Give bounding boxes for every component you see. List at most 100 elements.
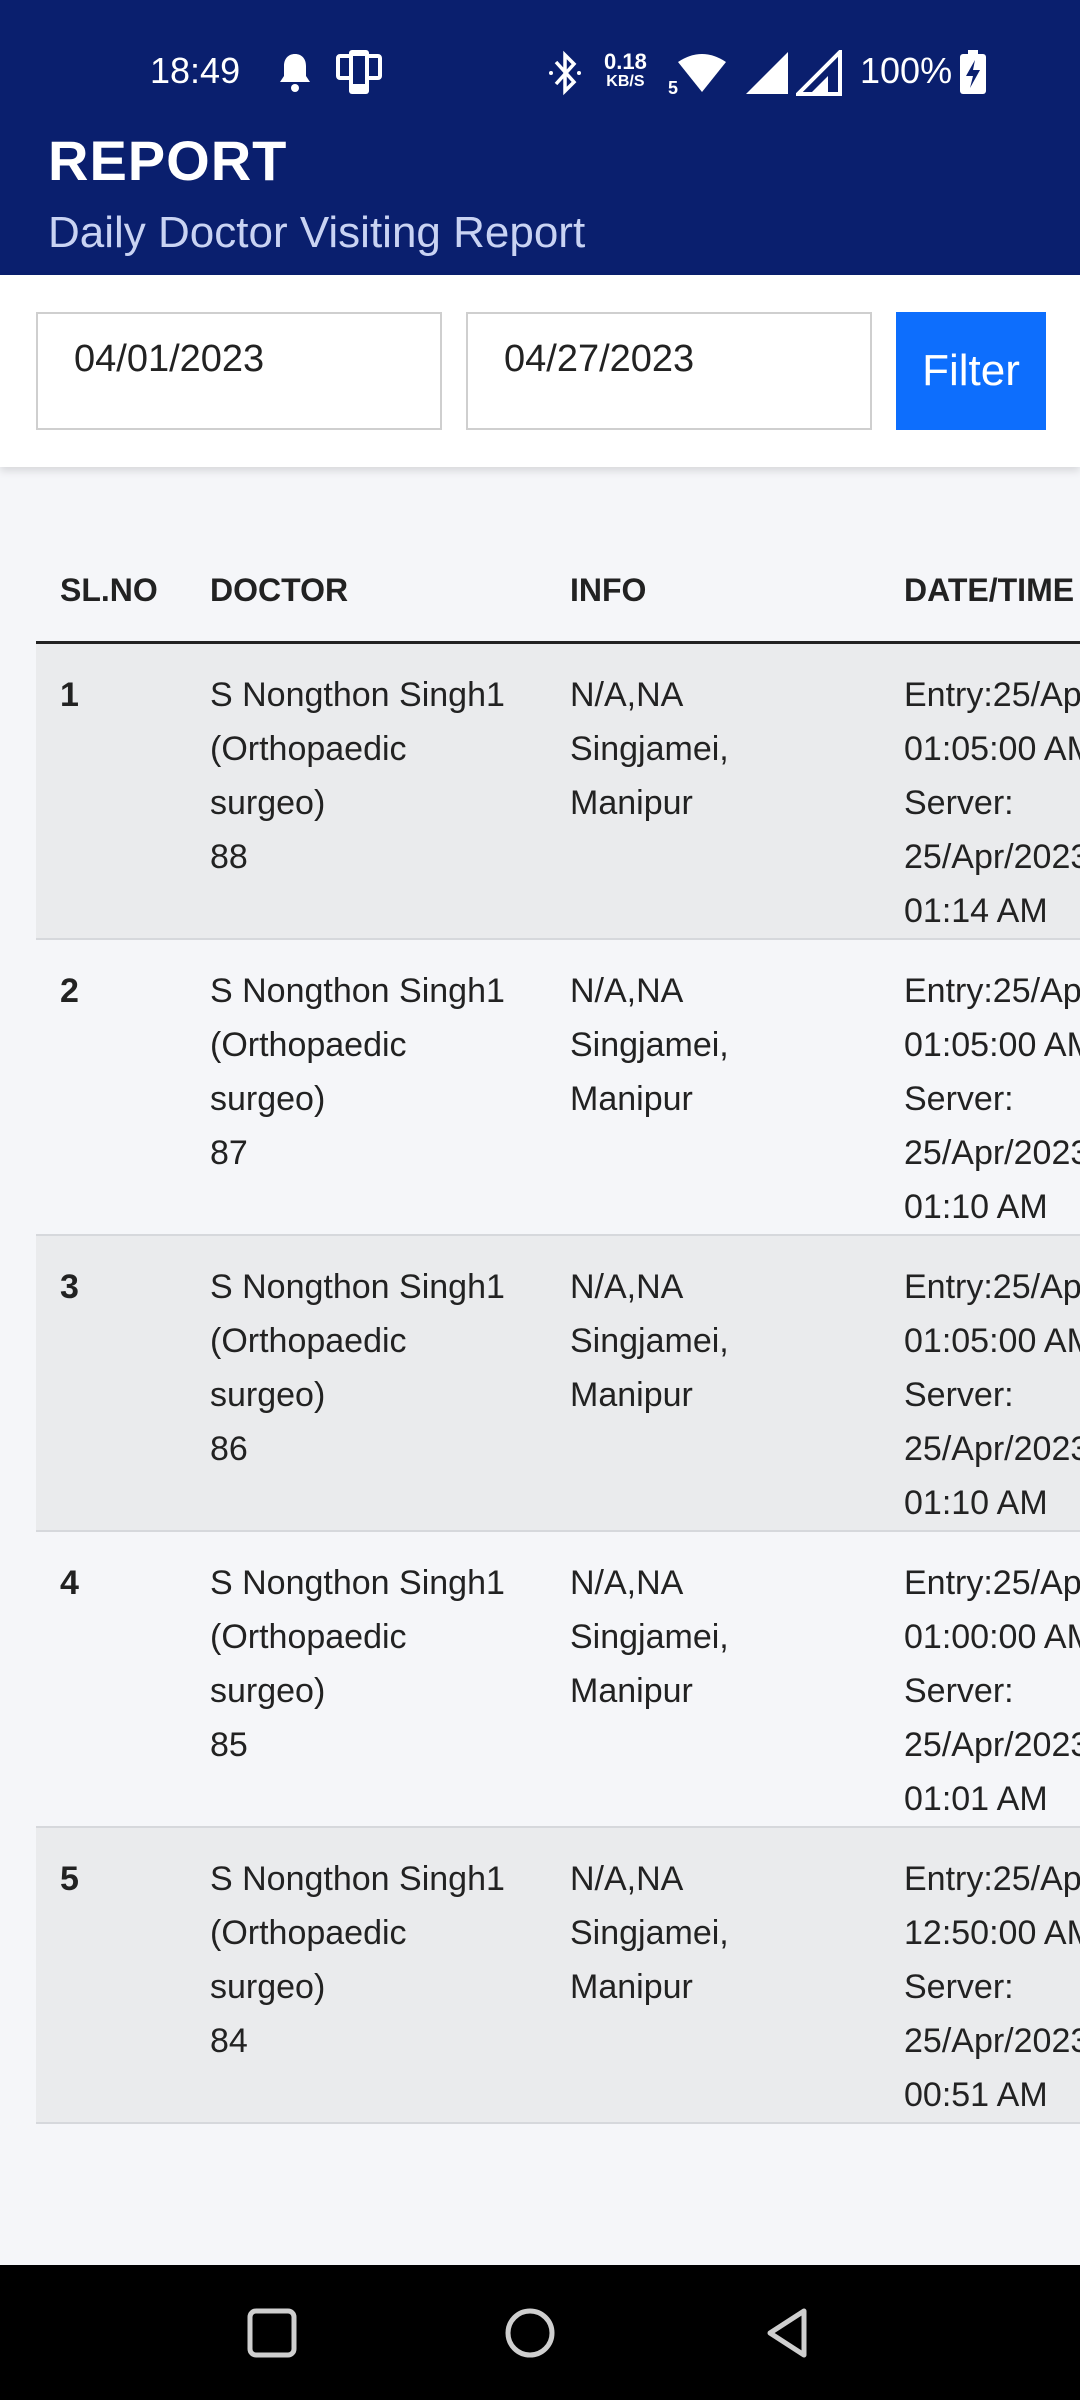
- datetime-line: Server:: [904, 1080, 1014, 1118]
- table-header-row: SL.NO DOCTOR INFO DATE/TIME: [36, 540, 1080, 644]
- status-bar: 18:49 0.18 KB/S 5 100%: [0, 40, 1080, 110]
- datetime-line: Entry:25/Apr/2023: [904, 1268, 1080, 1306]
- cell-info: N/A,NA Singjamei, Manipur: [546, 1531, 880, 1828]
- cell-slno: 4: [36, 1531, 186, 1828]
- datetime-line: 01:14 AM: [904, 892, 1048, 930]
- info-line: Singjamei,: [570, 1026, 729, 1064]
- datetime-line: 00:51 AM: [904, 2076, 1048, 2114]
- info-line: Singjamei,: [570, 1618, 729, 1656]
- doctor-name: S Nongthon Singh1: [210, 972, 505, 1010]
- table-row[interactable]: 3 S Nongthon Singh1 (Orthopaedic surgeo)…: [36, 1235, 1080, 1532]
- doctor-number: 87: [210, 1134, 248, 1172]
- doctor-specialty-cont: surgeo): [210, 1672, 326, 1710]
- cell-doctor: S Nongthon Singh1 (Orthopaedic surgeo) 8…: [186, 939, 546, 1236]
- cell-slno: 2: [36, 939, 186, 1236]
- datetime-line: Server:: [904, 1376, 1014, 1414]
- info-line: N/A,NA: [570, 1564, 684, 1602]
- app-header: 18:49 0.18 KB/S 5 100% REPORT Daily Doct…: [0, 0, 1080, 275]
- datetime-line: 01:01 AM: [904, 1780, 1048, 1818]
- cell-datetime: Entry:25/Apr/2023 01:05:00 AM Server: 25…: [880, 642, 1080, 940]
- datetime-line: 01:05:00 AM: [904, 1322, 1080, 1360]
- datetime-line: 25/Apr/2023: [904, 1726, 1080, 1764]
- datetime-line: Entry:25/Apr/2023: [904, 1564, 1080, 1602]
- cell-info: N/A,NA Singjamei, Manipur: [546, 939, 880, 1236]
- cell-datetime: Entry:25/Apr/2023 01:00:00 AM Server: 25…: [880, 1531, 1080, 1828]
- back-icon[interactable]: [758, 2303, 818, 2363]
- cell-doctor: S Nongthon Singh1 (Orthopaedic surgeo) 8…: [186, 642, 546, 940]
- system-navigation-bar: [0, 2265, 1080, 2400]
- status-time: 18:49: [150, 50, 241, 91]
- datetime-line: 12:50:00 AM: [904, 1914, 1080, 1952]
- info-line: N/A,NA: [570, 972, 684, 1010]
- column-header-slno: SL.NO: [36, 540, 186, 644]
- filter-button[interactable]: Filter: [896, 312, 1046, 430]
- doctor-name: S Nongthon Singh1: [210, 1860, 505, 1898]
- network-speed: 0.18 KB/S: [604, 49, 647, 92]
- datetime-line: 01:10 AM: [904, 1188, 1048, 1226]
- table-row[interactable]: 4 S Nongthon Singh1 (Orthopaedic surgeo)…: [36, 1531, 1080, 1828]
- doctor-number: 88: [210, 838, 248, 876]
- doctor-specialty: (Orthopaedic: [210, 1322, 407, 1360]
- doctor-name: S Nongthon Singh1: [210, 1564, 505, 1602]
- table-row[interactable]: 2 S Nongthon Singh1 (Orthopaedic surgeo)…: [36, 939, 1080, 1236]
- cell-slno: 1: [36, 642, 186, 940]
- info-line: Manipur: [570, 784, 693, 822]
- datetime-line: Server:: [904, 784, 1014, 822]
- doctor-specialty-cont: surgeo): [210, 1080, 326, 1118]
- datetime-line: 25/Apr/2023: [904, 1134, 1080, 1172]
- info-line: Singjamei,: [570, 1914, 729, 1952]
- column-header-doctor: DOCTOR: [186, 540, 546, 644]
- filter-bar: 04/01/2023 04/27/2023 Filter: [0, 275, 1080, 467]
- to-date-input[interactable]: 04/27/2023: [466, 312, 872, 430]
- cell-info: N/A,NA Singjamei, Manipur: [546, 1235, 880, 1532]
- info-line: Manipur: [570, 1968, 693, 2006]
- from-date-input[interactable]: 04/01/2023: [36, 312, 442, 430]
- column-header-info: INFO: [546, 540, 880, 644]
- cell-info: N/A,NA Singjamei, Manipur: [546, 642, 880, 940]
- doctor-specialty-cont: surgeo): [210, 1968, 326, 2006]
- speed-value: 0.18: [604, 49, 647, 74]
- info-line: Manipur: [570, 1376, 693, 1414]
- datetime-line: 01:05:00 AM: [904, 730, 1080, 768]
- datetime-line: 25/Apr/2023: [904, 1430, 1080, 1468]
- datetime-line: Server:: [904, 1672, 1014, 1710]
- info-line: Manipur: [570, 1672, 693, 1710]
- info-line: Manipur: [570, 1080, 693, 1118]
- cell-doctor: S Nongthon Singh1 (Orthopaedic surgeo) 8…: [186, 1827, 546, 2124]
- doctor-name: S Nongthon Singh1: [210, 1268, 505, 1306]
- cell-slno: 3: [36, 1235, 186, 1532]
- cell-doctor: S Nongthon Singh1 (Orthopaedic surgeo) 8…: [186, 1235, 546, 1532]
- battery-charging-icon: [960, 50, 986, 94]
- doctor-number: 86: [210, 1430, 248, 1468]
- battery-percent: 100%: [860, 50, 953, 91]
- doctor-specialty: (Orthopaedic: [210, 730, 407, 768]
- column-header-datetime: DATE/TIME: [880, 540, 1080, 644]
- cell-slno: 5: [36, 1827, 186, 2124]
- table-row[interactable]: 1 S Nongthon Singh1 (Orthopaedic surgeo)…: [36, 642, 1080, 940]
- doctor-specialty: (Orthopaedic: [210, 1026, 407, 1064]
- doctor-number: 85: [210, 1726, 248, 1764]
- info-line: Singjamei,: [570, 730, 729, 768]
- report-table-container[interactable]: SL.NO DOCTOR INFO DATE/TIME 1 S Nongthon…: [36, 540, 1080, 2265]
- info-line: N/A,NA: [570, 1268, 684, 1306]
- info-line: N/A,NA: [570, 676, 684, 714]
- datetime-line: 01:05:00 AM: [904, 1026, 1080, 1064]
- notification-bell-icon: [280, 54, 310, 92]
- info-line: N/A,NA: [570, 1860, 684, 1898]
- table-row[interactable]: 5 S Nongthon Singh1 (Orthopaedic surgeo)…: [36, 1827, 1080, 2124]
- page-title: REPORT: [48, 129, 288, 192]
- signal-strength-icon: [746, 52, 788, 94]
- doctor-specialty-cont: surgeo): [210, 1376, 326, 1414]
- report-table: SL.NO DOCTOR INFO DATE/TIME 1 S Nongthon…: [36, 540, 1080, 2124]
- recents-icon[interactable]: [242, 2303, 302, 2363]
- speed-unit: KB/S: [606, 73, 645, 90]
- datetime-line: 01:00:00 AM: [904, 1618, 1080, 1656]
- doctor-specialty-cont: surgeo): [210, 784, 326, 822]
- device-notification-icon: [336, 50, 382, 94]
- home-icon[interactable]: [500, 2303, 560, 2363]
- datetime-line: 25/Apr/2023: [904, 838, 1080, 876]
- doctor-specialty: (Orthopaedic: [210, 1618, 407, 1656]
- svg-text:5: 5: [668, 78, 678, 96]
- cell-info: N/A,NA Singjamei, Manipur: [546, 1827, 880, 2124]
- wifi-icon: 5: [668, 54, 726, 96]
